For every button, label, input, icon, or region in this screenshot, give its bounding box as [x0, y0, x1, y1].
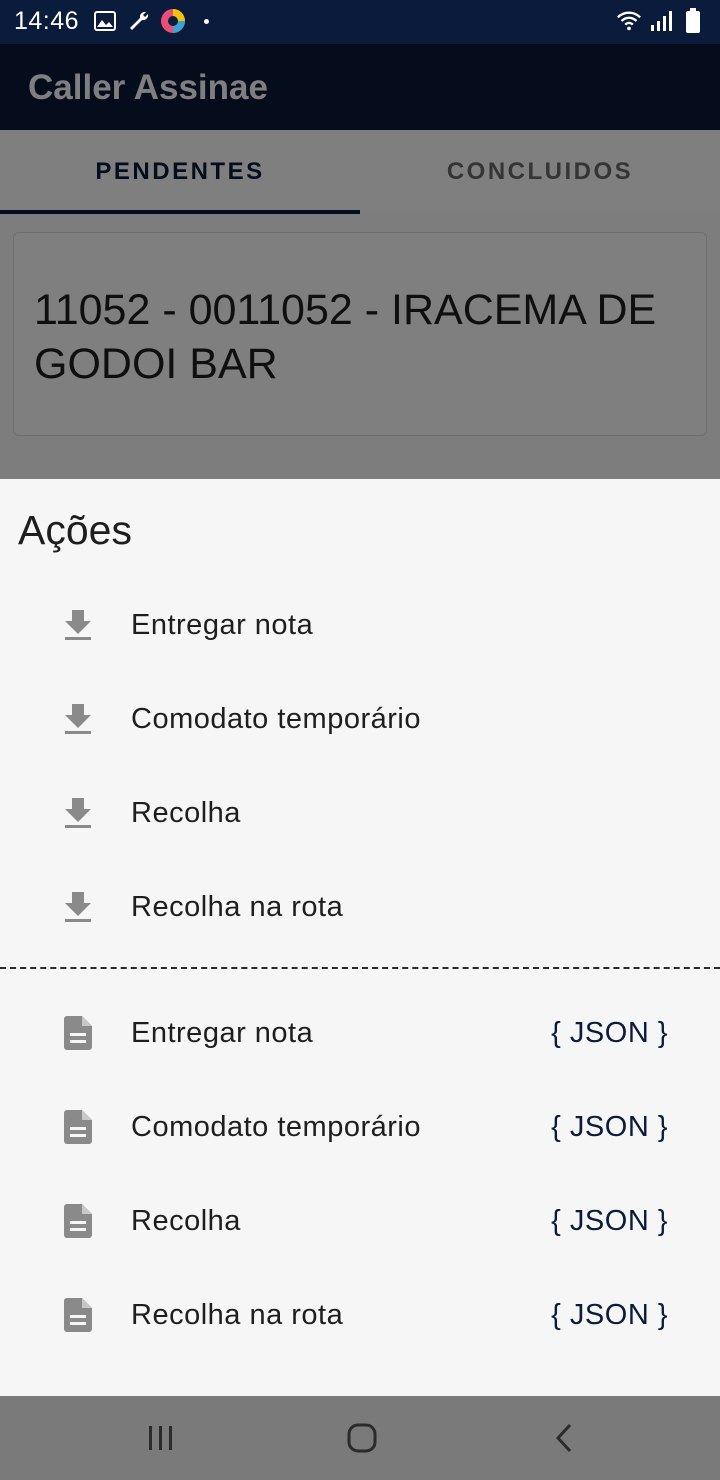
image-icon	[92, 8, 118, 34]
action-recolha-na-rota[interactable]: Recolha na rota	[0, 860, 720, 954]
modal-scrim[interactable]	[0, 44, 720, 480]
action-comodato-temporario[interactable]: Comodato temporário	[0, 672, 720, 766]
json-action-entregar-nota[interactable]: Entregar nota { JSON }	[0, 986, 720, 1080]
status-time: 14:46	[14, 7, 80, 35]
json-action-recolha[interactable]: Recolha { JSON }	[0, 1174, 720, 1268]
document-icon	[62, 1298, 94, 1332]
json-link[interactable]: { JSON }	[551, 1299, 668, 1332]
json-link[interactable]: { JSON }	[551, 1205, 668, 1238]
actions-bottom-sheet: Ações Entregar nota Comodato temporário …	[0, 479, 720, 1396]
wifi-icon	[616, 8, 642, 34]
download-icon	[62, 890, 94, 924]
signal-icon	[648, 8, 674, 34]
document-icon	[62, 1016, 94, 1050]
download-icon	[62, 608, 94, 642]
notification-dot-icon	[204, 18, 209, 24]
status-bar: 14:46	[0, 0, 720, 44]
wrench-icon	[126, 8, 152, 34]
app-badge-icon	[160, 8, 186, 34]
status-icons-left	[92, 8, 209, 34]
action-label: Entregar nota	[131, 608, 314, 641]
json-action-recolha-na-rota[interactable]: Recolha na rota { JSON }	[0, 1268, 720, 1362]
action-label: Recolha	[131, 1204, 241, 1237]
system-nav-bar	[0, 1396, 720, 1480]
action-label: Comodato temporário	[131, 702, 421, 735]
json-action-comodato-temporario[interactable]: Comodato temporário { JSON }	[0, 1080, 720, 1174]
action-label: Entregar nota	[131, 1016, 314, 1049]
sheet-title: Ações	[18, 507, 132, 553]
document-icon	[62, 1204, 94, 1238]
action-entregar-nota[interactable]: Entregar nota	[0, 578, 720, 672]
battery-icon	[680, 8, 706, 34]
action-label: Recolha	[131, 796, 241, 829]
document-icon	[62, 1110, 94, 1144]
json-link[interactable]: { JSON }	[551, 1111, 668, 1144]
download-icon	[62, 702, 94, 736]
action-label: Comodato temporário	[131, 1110, 421, 1143]
home-icon[interactable]	[342, 1418, 382, 1458]
dashed-divider	[0, 967, 720, 969]
action-label: Recolha na rota	[131, 890, 344, 923]
back-icon[interactable]	[544, 1418, 584, 1458]
status-icons-right	[616, 8, 706, 34]
action-label: Recolha na rota	[131, 1298, 344, 1331]
recents-icon[interactable]	[141, 1418, 181, 1458]
action-recolha[interactable]: Recolha	[0, 766, 720, 860]
download-icon	[62, 796, 94, 830]
json-link[interactable]: { JSON }	[551, 1017, 668, 1050]
